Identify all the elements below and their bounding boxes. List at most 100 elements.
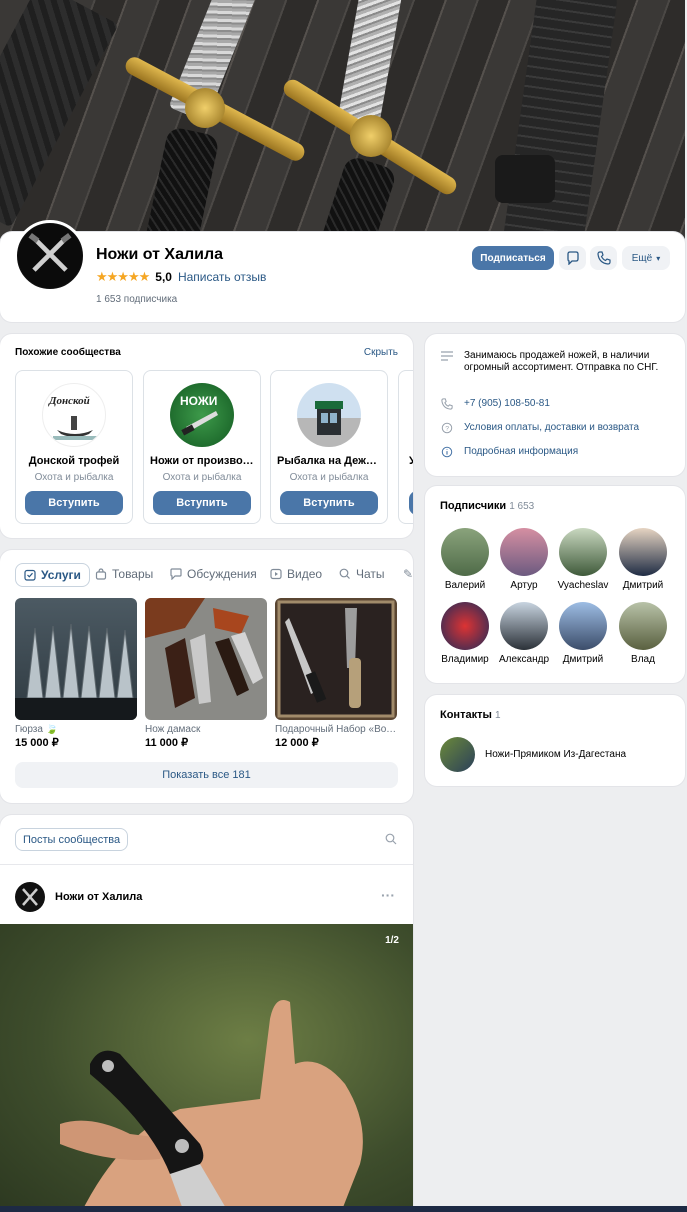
chevron-down-icon: ▾	[656, 253, 661, 263]
tab-services-label: Услуги	[41, 568, 81, 582]
call-button[interactable]	[590, 246, 617, 270]
crossed-knives-icon	[22, 888, 38, 906]
subscriber-name: Александр	[498, 654, 550, 665]
community-name: Ножи от Халила	[96, 246, 224, 263]
subscribe-button[interactable]: Подписаться	[472, 246, 554, 270]
subscriber[interactable]: Александр	[494, 602, 554, 665]
phone-icon	[596, 251, 611, 265]
sheath-right	[500, 0, 620, 245]
clip-icon: ✎	[403, 567, 413, 581]
join-button[interactable]: Вступить	[280, 491, 378, 515]
tab-overflow[interactable]: ✎	[403, 567, 413, 581]
similar-card[interactable]: У	[398, 370, 413, 524]
similar-card-clip: У	[397, 370, 413, 524]
tab-video-label: Видео	[287, 567, 323, 581]
similar-name: У	[399, 455, 413, 467]
subscriber-avatar	[559, 602, 607, 650]
subscriber[interactable]: Владимир	[435, 602, 495, 665]
subscriber[interactable]: Vyacheslav	[553, 528, 613, 591]
tab-community-posts[interactable]: Посты сообщества	[15, 828, 129, 851]
subscribers-header[interactable]: Подписчики 1 653	[440, 500, 534, 512]
subscriber-name: Валерий	[444, 580, 486, 591]
description-text: Занимаюсь продажей ножей, в наличии огро…	[464, 350, 659, 373]
sheath-left	[0, 0, 119, 228]
subscriber[interactable]: Валерий	[435, 528, 495, 591]
terms-link[interactable]: Условия оплаты, доставки и возврата	[464, 422, 639, 434]
tab-goods[interactable]: Товары	[95, 567, 153, 581]
similar-name: Рыбалка на Дежнё...	[277, 455, 387, 467]
goods-price: 11 000 ₽	[145, 737, 189, 749]
message-icon	[566, 251, 580, 265]
goods-item[interactable]: Подарочный Набор «Вол... 12 000 ₽	[275, 598, 397, 749]
write-review-link[interactable]: Написать отзыв	[178, 270, 266, 284]
subscriber-name: Влад	[631, 654, 655, 665]
goods-item[interactable]: Нож дамаск 11 000 ₽	[145, 598, 267, 749]
post-photo[interactable]	[0, 924, 413, 1212]
similar-title: Похожие сообщества	[15, 347, 121, 358]
show-all-goods-button[interactable]: Показать все 181	[15, 762, 398, 788]
photo-counter: 1/2	[385, 935, 399, 946]
similar-avatar: Донской	[42, 383, 106, 447]
tab-discussions[interactable]: Обсуждения	[170, 567, 257, 581]
similar-avatar: НОЖИ	[170, 383, 234, 447]
description-row: Занимаюсь продажей ножей, в наличии огро…	[440, 350, 664, 374]
tab-video[interactable]: Видео	[270, 567, 322, 581]
contact-item[interactable]: Ножи-Прямиком Из-Дагестана	[440, 737, 626, 772]
community-avatar[interactable]	[14, 220, 86, 292]
terms-row[interactable]: ? Условия оплаты, доставки и возврата	[440, 422, 639, 434]
subscriber[interactable]: Дмитрий	[613, 528, 673, 591]
contact-avatar	[440, 737, 475, 772]
message-button[interactable]	[559, 246, 586, 270]
chat-icon	[339, 568, 351, 580]
goods-image	[15, 598, 137, 720]
subscriber-name: Vyacheslav	[557, 580, 609, 591]
join-button[interactable]: Вступить	[153, 491, 251, 515]
post-more-icon[interactable]: ···	[381, 887, 395, 903]
post-author-avatar[interactable]	[15, 882, 45, 912]
subscriber-avatar	[619, 528, 667, 576]
subscribers-title: Подписчики	[440, 500, 507, 512]
phone-row[interactable]: +7 (905) 108-50-81	[440, 398, 550, 410]
details-link[interactable]: Подробная информация	[464, 446, 578, 458]
more-button[interactable]: Ещё ▾	[622, 246, 670, 270]
join-button[interactable]: Вступить	[25, 491, 123, 515]
services-icon	[24, 569, 36, 581]
contacts-block: Контакты 1 Ножи-Прямиком Из-Дагестана	[425, 695, 685, 786]
hide-similar-link[interactable]: Скрыть	[364, 347, 398, 358]
phone-link[interactable]: +7 (905) 108-50-81	[464, 398, 550, 410]
video-icon	[270, 568, 282, 580]
goods-image	[145, 598, 267, 720]
similar-card[interactable]: НОЖИ Ножи от производ... Охота и рыбалка…	[143, 370, 261, 524]
post-author-name[interactable]: Ножи от Халила	[55, 891, 142, 903]
contacts-title: Контакты	[440, 709, 492, 721]
subscriber[interactable]: Влад	[613, 602, 673, 665]
tab-chats[interactable]: Чаты	[339, 567, 385, 581]
subscriber-avatar	[441, 602, 489, 650]
join-button[interactable]	[409, 491, 413, 515]
subscriber-count[interactable]: 1 653 подписчика	[96, 294, 177, 305]
goods-item[interactable]: Гюрза 🍃 15 000 ₽	[15, 598, 137, 749]
subscribers-count: 1 653	[509, 501, 535, 512]
similar-category: Охота и рыбалка	[34, 472, 114, 483]
subscriber[interactable]: Артур	[494, 528, 554, 591]
rating-stars: ★★★★★	[96, 269, 150, 284]
search-icon[interactable]	[385, 833, 397, 845]
similar-name: Ножи от производ...	[150, 455, 259, 467]
tab-goods-label: Товары	[112, 567, 154, 581]
info-icon	[440, 446, 454, 458]
subscriber-name: Владимир	[441, 654, 489, 665]
svg-text:Донской: Донской	[48, 395, 90, 407]
bag-icon	[95, 568, 107, 580]
subscriber-avatar	[500, 528, 548, 576]
contacts-header[interactable]: Контакты 1	[440, 709, 501, 721]
similar-card[interactable]: Донской Донской трофей Охота и рыбалка В…	[15, 370, 133, 524]
subscriber[interactable]: Дмитрий	[553, 602, 613, 665]
details-row[interactable]: Подробная информация	[440, 446, 578, 458]
divider	[0, 864, 413, 865]
similar-communities: Похожие сообщества Скрыть Донской Донско…	[0, 334, 413, 538]
tab-services[interactable]: Услуги	[15, 563, 90, 587]
subscriber-avatar	[559, 528, 607, 576]
contact-name: Ножи-Прямиком Из-Дагестана	[485, 749, 627, 760]
crossed-knives-icon	[17, 223, 83, 289]
similar-card[interactable]: Рыбалка на Дежнё... Охота и рыбалка Всту…	[270, 370, 388, 524]
